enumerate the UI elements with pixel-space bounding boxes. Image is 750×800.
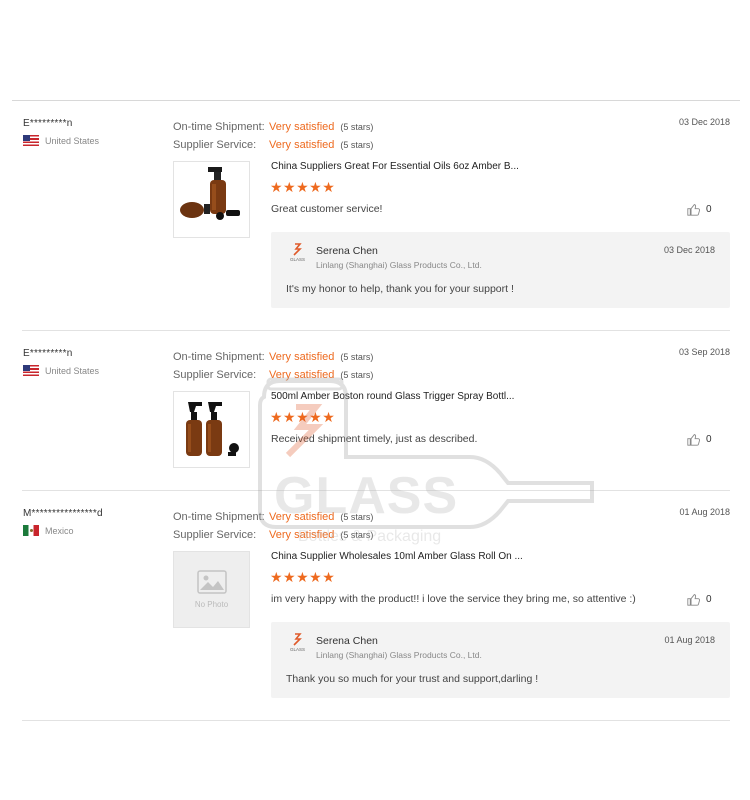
product-title[interactable]: China Suppliers Great For Essential Oils… — [271, 161, 561, 172]
svg-text:GLASS: GLASS — [290, 647, 305, 652]
product-stars: ★★★★★ — [270, 409, 336, 425]
image-placeholder-icon — [196, 570, 227, 594]
review-comment: im very happy with the product!! i love … — [271, 593, 636, 605]
thumbs-up-icon — [687, 204, 700, 216]
buyer-info: E*********n United States — [23, 118, 163, 146]
reply-date: 01 Aug 2018 — [664, 635, 715, 645]
service-label: Supplier Service: — [173, 369, 257, 381]
rating-summary: On-time Shipment: Very satisfied (5 star… — [173, 118, 373, 154]
rating-summary: On-time Shipment: Very satisfied (5 star… — [173, 508, 373, 544]
review-comment: Received shipment timely, just as descri… — [271, 433, 478, 445]
review-comment: Great customer service! — [271, 203, 383, 215]
reply-text: It's my honor to help, thank you for you… — [286, 283, 514, 295]
review-date: 03 Sep 2018 — [678, 347, 730, 357]
no-photo-label: No Photo — [194, 600, 229, 609]
shipment-value: Very satisfied — [269, 511, 335, 523]
shipment-stars: (5 stars) — [340, 122, 374, 132]
buyer-name: M****************d — [23, 508, 103, 519]
rating-summary: On-time Shipment: Very satisfied (5 star… — [173, 348, 373, 384]
buyer-info: M****************d Mexico — [23, 508, 163, 536]
product-stars: ★★★★★ — [270, 569, 336, 585]
service-value: Very satisfied — [269, 529, 335, 541]
product-thumbnail-placeholder[interactable]: No Photo — [173, 551, 250, 628]
review-item: M****************d Mexico On-time Shipme… — [22, 500, 730, 721]
thumbs-up-icon — [687, 594, 700, 606]
like-button[interactable]: 0 — [687, 433, 712, 446]
shipment-stars: (5 stars) — [340, 512, 374, 522]
product-stars: ★★★★★ — [270, 179, 336, 195]
buyer-name: E*********n — [23, 118, 73, 129]
svg-text:GLASS: GLASS — [290, 257, 305, 262]
service-label: Supplier Service: — [173, 139, 257, 151]
service-value: Very satisfied — [269, 369, 335, 381]
product-title[interactable]: 500ml Amber Boston round Glass Trigger S… — [271, 391, 561, 402]
us-flag-icon — [23, 365, 39, 376]
top-divider — [12, 100, 740, 101]
like-button[interactable]: 0 — [687, 203, 712, 216]
review-date: 03 Dec 2018 — [678, 117, 730, 127]
shipment-label: On-time Shipment: — [173, 511, 265, 523]
reply-text: Thank you so much for your trust and sup… — [286, 673, 539, 685]
review-item: E*********n United States On-time Shipme… — [22, 340, 730, 491]
service-stars: (5 stars) — [340, 530, 374, 540]
like-count: 0 — [706, 434, 712, 445]
service-value: Very satisfied — [269, 139, 335, 151]
reply-author: Serena Chen — [316, 635, 378, 647]
service-label: Supplier Service: — [173, 529, 257, 541]
amber-bottle-image — [180, 167, 240, 220]
spray-bottle-image — [186, 402, 239, 456]
like-count: 0 — [706, 594, 712, 605]
mx-flag-icon — [23, 525, 39, 536]
service-stars: (5 stars) — [340, 370, 374, 380]
reply-company: Linlang (Shanghai) Glass Products Co., L… — [316, 260, 482, 270]
like-count: 0 — [706, 204, 712, 215]
supplier-logo-icon: GLASS — [290, 633, 305, 652]
buyer-info: E*********n United States — [23, 348, 163, 376]
supplier-reply: GLASS Serena Chen Linlang (Shanghai) Gla… — [271, 622, 730, 698]
buyer-country: United States — [45, 135, 100, 146]
reply-author: Serena Chen — [316, 245, 378, 257]
us-flag-icon — [23, 135, 39, 146]
review-item: E*********n United States On-time Shipme… — [22, 110, 730, 331]
service-stars: (5 stars) — [340, 140, 374, 150]
shipment-label: On-time Shipment: — [173, 351, 265, 363]
shipment-stars: (5 stars) — [340, 352, 374, 362]
buyer-country: United States — [45, 365, 100, 376]
supplier-logo-icon: GLASS — [290, 243, 305, 262]
product-thumbnail[interactable] — [173, 391, 250, 468]
buyer-country: Mexico — [45, 525, 74, 536]
buyer-name: E*********n — [23, 348, 73, 359]
product-thumbnail[interactable] — [173, 161, 250, 238]
review-date: 01 Aug 2018 — [679, 507, 730, 517]
shipment-value: Very satisfied — [269, 351, 335, 363]
reply-date: 03 Dec 2018 — [663, 245, 715, 255]
shipment-value: Very satisfied — [269, 121, 335, 133]
shipment-label: On-time Shipment: — [173, 121, 265, 133]
thumbs-up-icon — [687, 434, 700, 446]
supplier-reply: GLASS Serena Chen Linlang (Shanghai) Gla… — [271, 232, 730, 308]
reply-company: Linlang (Shanghai) Glass Products Co., L… — [316, 650, 482, 660]
like-button[interactable]: 0 — [687, 593, 712, 606]
product-title[interactable]: China Supplier Wholesales 10ml Amber Gla… — [271, 551, 561, 562]
